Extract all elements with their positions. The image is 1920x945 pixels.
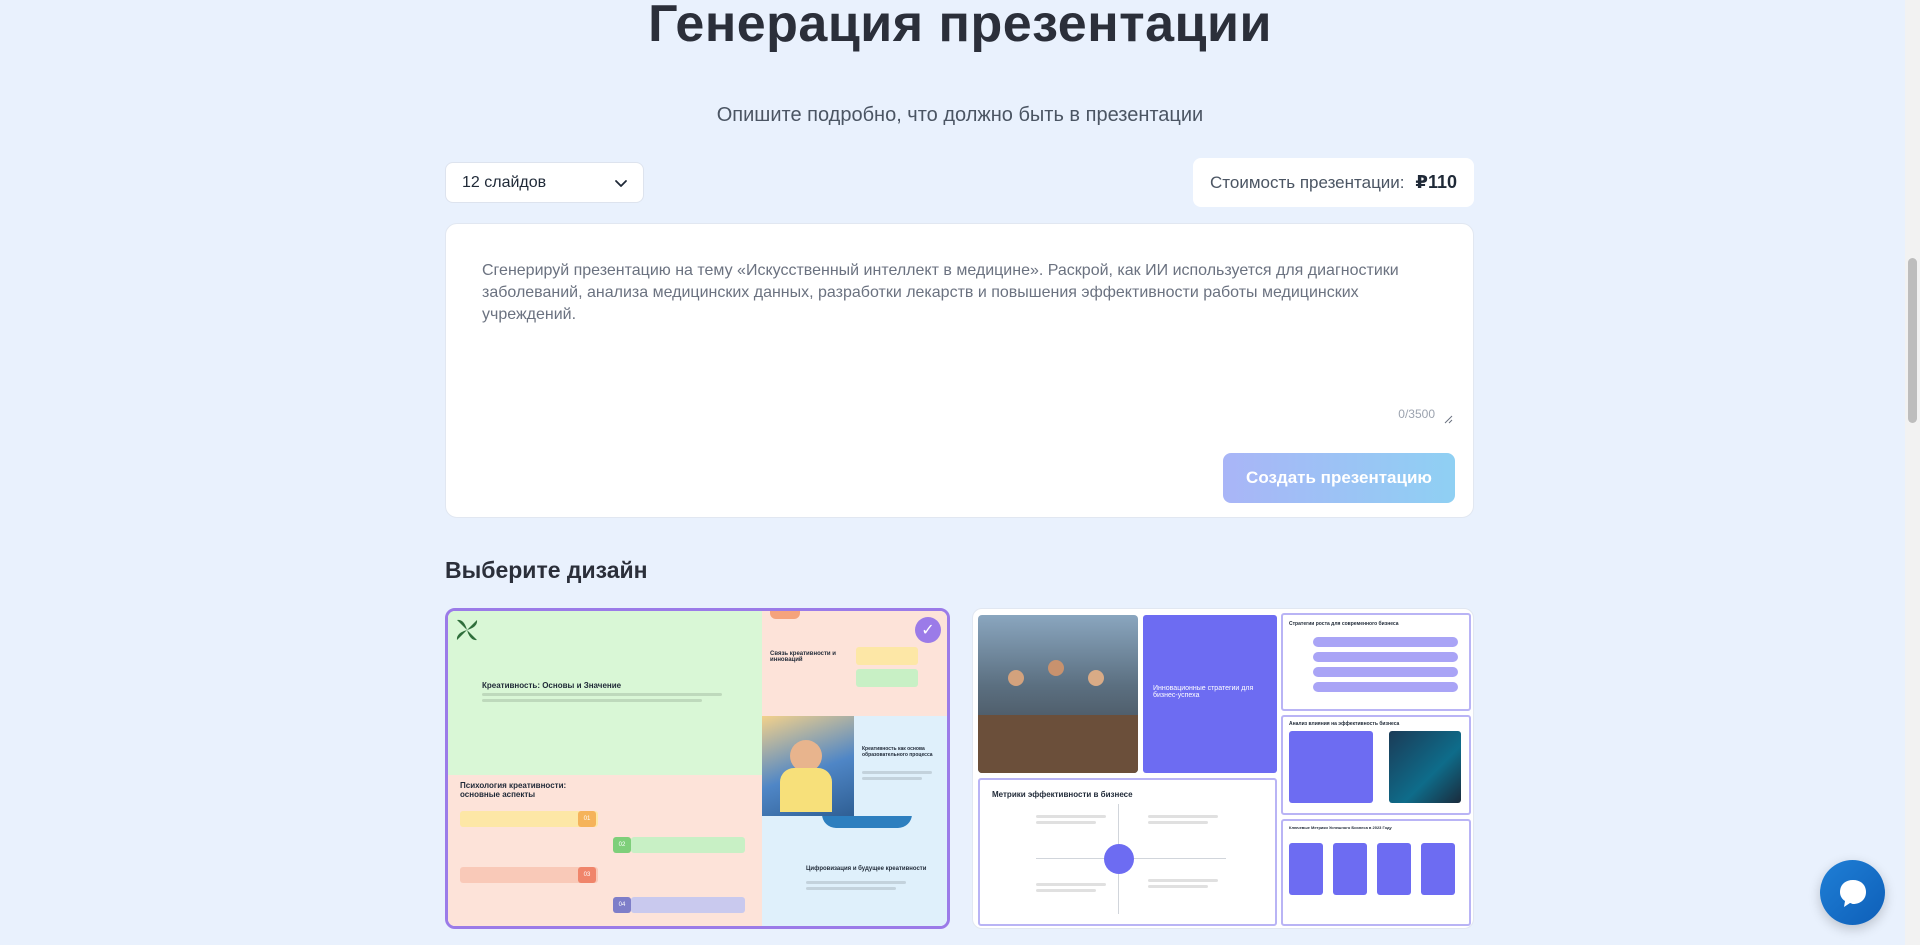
preview-slide-analysis: Анализ влияния на эффективность бизнеса <box>1281 715 1471 815</box>
selected-check-icon: ✓ <box>915 617 941 643</box>
design-section-heading: Выберите дизайн <box>445 557 648 583</box>
slides-count-value: 12 слайдов <box>462 173 547 191</box>
preview-title-education: Креативность как основа образовательного… <box>862 746 933 758</box>
preview-slide-cover: Инновационные стратегии для бизнес-успех… <box>1143 615 1277 773</box>
cost-price: ₽110 <box>1415 172 1457 192</box>
preview-slide-strategies: Стратегии роста для современного бизнеса <box>1281 613 1471 711</box>
cost-label: Стоимость презентации: <box>1210 172 1405 192</box>
presentation-cost: Стоимость презентации: ₽110 <box>1193 158 1474 207</box>
design-option-creativity[interactable]: ✓ Креативность: Основы и Значение Связь … <box>445 608 950 929</box>
preview-title-main: Креативность: Основы и Значение <box>482 681 622 690</box>
preview-slide-education: Креативность как основа образовательного… <box>854 716 947 816</box>
preview-slide-metrics: Метрики эффективности в бизнесе <box>978 778 1277 926</box>
preview-title-cover: Инновационные стратегии для бизнес-успех… <box>1153 685 1254 699</box>
preview-title-psychology: Психология креативности: основные аспект… <box>460 781 567 799</box>
leaf-icon <box>456 619 478 641</box>
chevron-down-icon <box>615 179 627 187</box>
scrollbar-thumb[interactable] <box>1908 258 1917 423</box>
step-number-4: 04 <box>613 897 631 913</box>
chat-button[interactable] <box>1820 860 1885 925</box>
slides-count-select[interactable]: 12 слайдов <box>445 162 644 203</box>
metrics-hub-icon <box>1104 844 1134 874</box>
preview-title-analysis: Анализ влияния на эффективность бизнеса <box>1289 721 1400 727</box>
preview-title-innovation: Связь креативности и инноваций <box>770 651 836 663</box>
prompt-textarea[interactable]: Сгенерируй презентацию на тему «Искусств… <box>482 260 1432 326</box>
character-counter: 0/3500 <box>1398 407 1435 421</box>
preview-title-strategies: Стратегии роста для современного бизнеса <box>1289 621 1399 627</box>
step-number-2: 02 <box>613 837 631 853</box>
resize-handle-icon[interactable] <box>1443 414 1453 424</box>
prompt-card: Сгенерируй презентацию на тему «Искусств… <box>445 223 1474 518</box>
step-number-3: 03 <box>578 867 596 883</box>
design-option-business[interactable]: Инновационные стратегии для бизнес-успех… <box>972 608 1474 929</box>
preview-title-key-metrics: Ключевые Метрики Успешного Бизнеса в 202… <box>1289 825 1392 830</box>
page-subtitle: Опишите подробно, что должно быть в през… <box>716 104 1204 126</box>
preview-title-future: Цифровизация и будущее креативности <box>806 866 927 872</box>
create-presentation-button[interactable]: Создать презентацию <box>1223 453 1455 503</box>
preview-photo-meeting <box>978 615 1138 773</box>
chat-bubble-icon <box>1839 879 1866 907</box>
step-number-1: 01 <box>578 811 596 827</box>
preview-photo-child <box>762 716 854 816</box>
page-title: Генерация презентации <box>648 0 1272 53</box>
preview-slide-key-metrics: Ключевые Метрики Успешного Бизнеса в 202… <box>1281 819 1471 926</box>
preview-title-metrics: Метрики эффективности в бизнесе <box>992 790 1133 799</box>
preview-slide-psychology: Психология креативности: основные аспект… <box>448 775 762 926</box>
preview-slide-future: Цифровизация и будущее креативности <box>762 816 947 926</box>
preview-slide-main: Креативность: Основы и Значение <box>448 611 762 775</box>
scrollbar[interactable] <box>1905 0 1920 945</box>
